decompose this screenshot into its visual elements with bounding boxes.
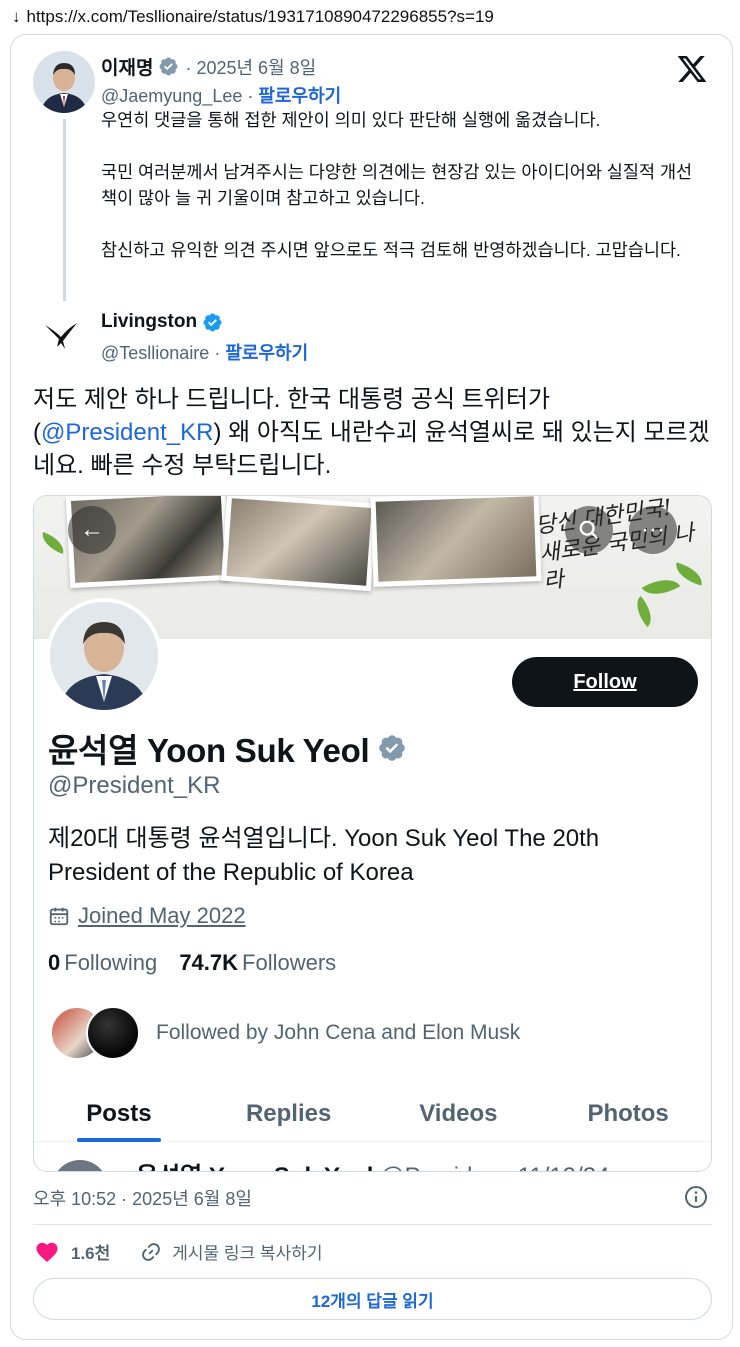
tab-videos[interactable]: Videos <box>374 1086 544 1141</box>
profile-joined: Joined May 2022 <box>48 903 246 929</box>
download-arrow-icon: ↓ <box>12 7 21 26</box>
divider <box>33 1224 712 1225</box>
person-avatar-icon <box>33 51 95 113</box>
profile-tabs: Posts Replies Videos Photos <box>34 1086 711 1142</box>
preview-name: 윤석열 Yoon Suk Yeol <box>136 1163 373 1171</box>
avatar <box>52 1160 108 1171</box>
verified-badge-icon <box>159 57 178 76</box>
quoted-tweet-text: 우연히 댓글을 통해 접한 제안이 의미 있다 판단해 실행에 옮겼습니다. 국… <box>101 107 701 263</box>
author-handle: @Tesllionaire · 팔로우하기 <box>101 339 308 365</box>
profile-name-text: 윤석열 Yoon Suk Yeol <box>48 732 370 769</box>
profile-name: 윤석열 Yoon Suk Yeol <box>48 724 407 772</box>
banner-photo <box>221 496 377 592</box>
like-count[interactable]: 1.6천 <box>71 1239 110 1264</box>
paragraph: 우연히 댓글을 통해 접한 제안이 의미 있다 판단해 실행에 옮겼습니다. <box>101 110 601 130</box>
read-replies-button[interactable]: 12개의 답글 읽기 <box>33 1278 712 1320</box>
back-arrow-icon[interactable]: ← <box>68 506 116 554</box>
leaf-decoration <box>38 531 68 555</box>
tweet-actions: 1.6천 게시물 링크 복사하기 <box>35 1239 323 1264</box>
joined-text: Joined May 2022 <box>78 903 246 928</box>
mention-link[interactable]: @President_KR <box>41 419 213 446</box>
tab-replies[interactable]: Replies <box>204 1086 374 1141</box>
bird-avatar-icon[interactable] <box>41 315 81 355</box>
quoted-author-name[interactable]: 이재명 · 2025년 6월 8일 <box>101 53 316 80</box>
profile-avatar[interactable] <box>46 598 162 714</box>
paragraph: 참신하고 유익한 의견 주시면 앞으로도 적극 검토해 반영하겠습니다. 고맙습… <box>101 240 681 260</box>
tab-posts[interactable]: Posts <box>34 1086 204 1141</box>
search-icon[interactable] <box>565 506 613 554</box>
url-text[interactable]: https://x.com/Tesllionaire/status/193171… <box>27 7 494 27</box>
followed-by: Followed by John Cena and Elon Musk <box>50 1006 520 1060</box>
author-name[interactable]: 이재명 <box>101 53 153 80</box>
heart-icon[interactable] <box>35 1241 59 1263</box>
tab-photos[interactable]: Photos <box>543 1086 711 1141</box>
followed-by-text: Followed by John Cena and Elon Musk <box>156 1021 521 1044</box>
handle-text: @Jaemyung_Lee · <box>101 86 254 106</box>
follow-link[interactable]: 팔로우하기 <box>258 86 341 106</box>
followers-label[interactable]: Followers <box>242 950 336 975</box>
follow-button[interactable]: Follow <box>512 657 698 707</box>
follow-link[interactable]: 팔로우하기 <box>225 343 308 363</box>
info-icon[interactable] <box>684 1185 708 1209</box>
preview-meta: @Presid… · 11/19/24 ··· <box>380 1163 640 1171</box>
following-count[interactable]: 0 <box>48 950 60 975</box>
thread-line <box>63 119 66 301</box>
handle-text: @Tesllionaire · <box>101 343 221 363</box>
banner-slogan: 당신 대한민국! 새로운 국민의 나라 <box>534 496 696 595</box>
tweet-timestamp[interactable]: 오후 10:52 · 2025년 6월 8일 <box>33 1185 252 1211</box>
tweet-embed-card: 이재명 · 2025년 6월 8일 @Jaemyung_Lee · 팔로우하기 … <box>10 34 733 1340</box>
banner-photo <box>370 496 542 587</box>
profile-bio: 제20대 대통령 윤석열입니다. Yoon Suk Yeol The 20th … <box>48 825 600 886</box>
verified-badge-icon <box>379 735 406 761</box>
preview-header: 윤석열 Yoon Suk Yeol @Presid… · 11/19/24 ··… <box>136 1156 640 1171</box>
profile-stats: 0 Following 74.7K Followers <box>48 950 336 976</box>
tweet-date[interactable]: · 2025년 6월 8일 <box>185 54 316 80</box>
author-name-text[interactable]: Livingston <box>101 311 197 333</box>
following-label[interactable]: Following <box>64 950 157 975</box>
embedded-profile-image[interactable]: 당신 대한민국! 새로운 국민의 나라 ← ··· Follow 윤석열 Yoo… <box>33 495 712 1172</box>
avatar[interactable] <box>33 51 95 113</box>
leaf-decoration <box>629 595 659 628</box>
copy-link-label: 게시물 링크 복사하기 <box>172 1244 323 1263</box>
quoted-author-handle: @Jaemyung_Lee · 팔로우하기 <box>101 82 341 108</box>
follower-avatar <box>86 1006 140 1060</box>
post-preview: 윤석열 Yoon Suk Yeol @Presid… · 11/19/24 ··… <box>34 1154 711 1171</box>
paragraph: 국민 여러분께서 남겨주시는 다양한 의견에는 현장감 있는 아이디어와 실질적… <box>101 162 693 208</box>
profile-handle: @President_KR <box>48 772 221 799</box>
browser-url-bar[interactable]: ↓ https://x.com/Tesllionaire/status/1931… <box>0 0 740 34</box>
person-avatar-icon <box>50 602 158 710</box>
copy-link-button[interactable]: 게시물 링크 복사하기 <box>140 1239 323 1264</box>
verified-badge-icon <box>203 313 222 331</box>
x-logo-icon[interactable] <box>676 53 708 85</box>
followers-count[interactable]: 74.7K <box>179 950 238 975</box>
author-name[interactable]: Livingston <box>101 311 223 333</box>
link-icon <box>142 1242 161 1261</box>
more-options-icon[interactable]: ··· <box>629 506 677 554</box>
calendar-icon <box>49 907 69 926</box>
tweet-text: 저도 제안 하나 드립니다. 한국 대통령 공식 트위터가 (@Presiden… <box>33 383 723 482</box>
